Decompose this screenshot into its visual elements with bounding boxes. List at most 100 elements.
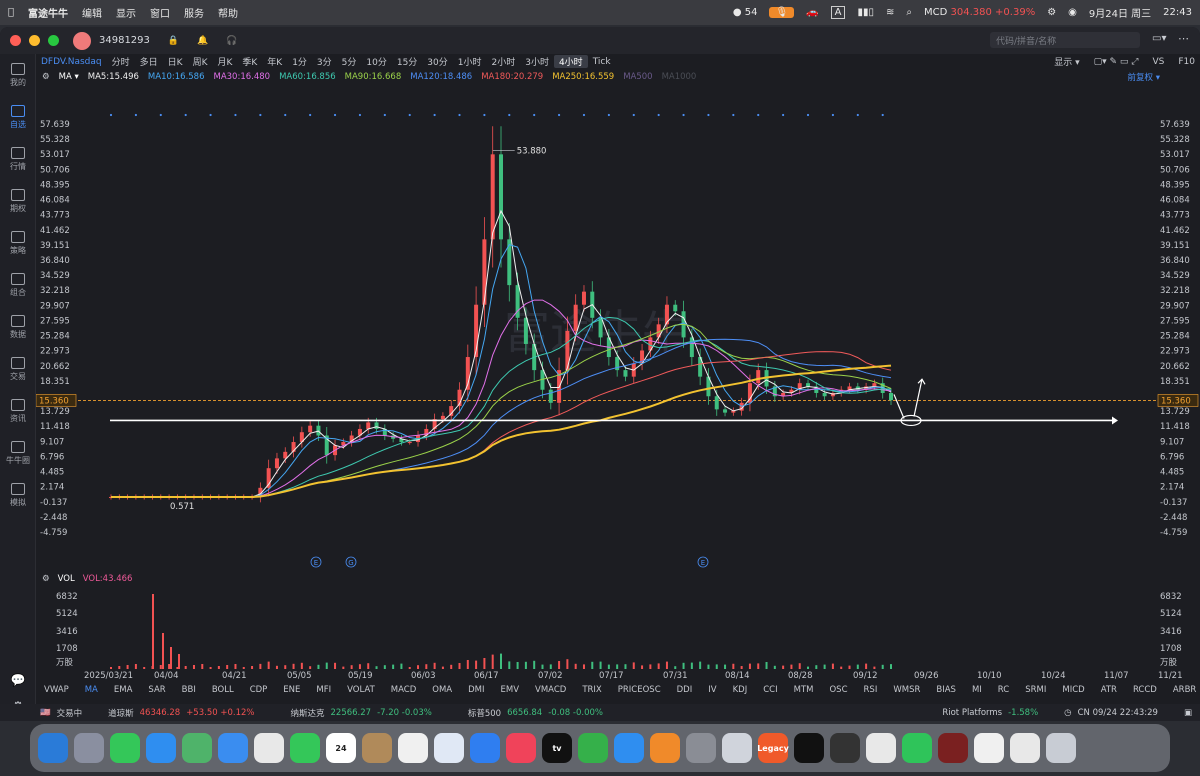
timeframe-Tick[interactable]: Tick: [588, 57, 616, 67]
message-icon[interactable]: ▣: [1184, 708, 1192, 718]
settings-icon[interactable]: ⚙: [42, 72, 50, 82]
indicator-ARBR[interactable]: ARBR: [1165, 685, 1200, 695]
ma-legend-item[interactable]: MA180:20.279: [481, 72, 543, 82]
ma-legend-item[interactable]: MA90:16.668: [345, 72, 402, 82]
riot-label[interactable]: Riot Platforms: [942, 708, 1002, 718]
indicator-SRMI[interactable]: SRMI: [1017, 685, 1054, 695]
symbol-label[interactable]: DFDV.Nasdaq: [36, 57, 107, 67]
wechat-tray-icon[interactable]: ● 54: [733, 7, 758, 18]
freeform-icon[interactable]: [434, 733, 464, 763]
ma-legend-item[interactable]: MA120:18.486: [410, 72, 472, 82]
sidebar-item-strategy[interactable]: 策略: [0, 222, 36, 264]
nasdaq-label[interactable]: 纳斯达克: [290, 707, 324, 719]
sp-label[interactable]: 标普500: [468, 707, 501, 719]
ma-legend-item[interactable]: MA5:15.496: [88, 72, 139, 82]
indicator-VOLAT[interactable]: VOLAT: [339, 685, 383, 695]
futu-legacy-icon[interactable]: Legacy: [757, 733, 789, 763]
music-icon[interactable]: [506, 733, 536, 763]
adjust-dropdown[interactable]: 前复权 ▾: [1128, 71, 1160, 83]
timeframe-周K[interactable]: 周K: [188, 55, 213, 68]
messages-icon[interactable]: [110, 733, 140, 763]
finder-icon[interactable]: [38, 733, 68, 763]
minimize-button[interactable]: [29, 35, 40, 46]
trash-icon[interactable]: [1046, 733, 1076, 763]
indicator-CCI[interactable]: CCI: [755, 685, 785, 695]
indicator-WMSR[interactable]: WMSR: [885, 685, 928, 695]
timeframe-15分[interactable]: 15分: [392, 55, 422, 68]
indicator-TRIX[interactable]: TRIX: [574, 685, 609, 695]
timeframe-4小时[interactable]: 4小时: [553, 55, 588, 68]
indicator-BIAS[interactable]: BIAS: [928, 685, 964, 695]
car-icon[interactable]: 🚗: [806, 7, 818, 18]
ma-legend-item[interactable]: MA60:16.856: [279, 72, 336, 82]
indicator-MTM[interactable]: MTM: [786, 685, 822, 695]
menu-edit[interactable]: 编辑: [82, 5, 102, 20]
sidebar-item-trade[interactable]: 交易: [0, 348, 36, 390]
indicator-VMACD[interactable]: VMACD: [527, 685, 574, 695]
timeframe-月K[interactable]: 月K: [212, 55, 237, 68]
indicator-RC[interactable]: RC: [990, 685, 1017, 695]
indicator-CDP[interactable]: CDP: [242, 685, 276, 695]
lock-icon[interactable]: 🔒: [168, 36, 179, 46]
sidebar-item-options[interactable]: 期权: [0, 180, 36, 222]
indicator-BOLL[interactable]: BOLL: [204, 685, 242, 695]
input-icon[interactable]: A: [830, 6, 846, 19]
menu-services[interactable]: 服务: [184, 5, 204, 20]
indicator-RCCD[interactable]: RCCD: [1125, 685, 1165, 695]
indicator-KDJ[interactable]: KDJ: [725, 685, 756, 695]
menu-view[interactable]: 显示: [116, 5, 136, 20]
bell-icon[interactable]: 🔔: [197, 36, 208, 46]
safari-icon[interactable]: [146, 733, 176, 763]
timeframe-10分[interactable]: 10分: [361, 55, 391, 68]
indicator-MI[interactable]: MI: [964, 685, 990, 695]
sidebar-item-community[interactable]: 牛牛圈: [0, 432, 36, 474]
timeframe-1分[interactable]: 1分: [287, 55, 312, 68]
photos-icon[interactable]: [254, 733, 284, 763]
headset-icon[interactable]: 🎧: [226, 36, 237, 46]
facetime-icon[interactable]: [290, 733, 320, 763]
stock-ticker[interactable]: MCD 304.380 +0.39%: [924, 7, 1035, 18]
siri-icon[interactable]: ◉: [1068, 7, 1077, 18]
robinhood-icon[interactable]: [794, 733, 824, 763]
draw-tools-icon[interactable]: ▢▾ ✎ ▭ ⤢: [1089, 57, 1144, 67]
dji-label[interactable]: 道琼斯: [108, 707, 134, 719]
timeframe-5分[interactable]: 5分: [337, 55, 362, 68]
numbers-icon[interactable]: [578, 733, 608, 763]
battery-icon[interactable]: ▮▮▯: [857, 7, 874, 18]
timeframe-1小时[interactable]: 1小时: [453, 55, 487, 68]
volume-chart[interactable]: 6832 6832 5124 5124 3416 3416 1708 1708 万股 万股 2025…: [36, 587, 1200, 679]
appstore-icon[interactable]: [614, 733, 644, 763]
window-thumb-1[interactable]: [938, 733, 968, 763]
indicator-DDI[interactable]: DDI: [669, 685, 701, 695]
indicator-RSI[interactable]: RSI: [856, 685, 886, 695]
indicator-MA[interactable]: MA: [77, 685, 106, 695]
timeframe-2小时[interactable]: 2小时: [486, 55, 520, 68]
draw-icon[interactable]: [866, 733, 896, 763]
indicator-ENE[interactable]: ENE: [275, 685, 308, 695]
window-thumb-2[interactable]: [974, 733, 1004, 763]
launchpad-icon[interactable]: [74, 733, 104, 763]
sidebar-item-market[interactable]: 行情: [0, 138, 36, 180]
vs-button[interactable]: VS: [1147, 57, 1169, 67]
settings-icon[interactable]: ⚙: [42, 574, 50, 584]
maximize-button[interactable]: [48, 35, 59, 46]
sidebar-item-simulate[interactable]: 模拟: [0, 474, 36, 516]
ma-legend-item[interactable]: MA500: [623, 72, 652, 82]
timeframe-3分[interactable]: 3分: [312, 55, 337, 68]
contacts-icon[interactable]: [362, 733, 392, 763]
chat-icon[interactable]: 💬: [11, 673, 26, 687]
sidebar-item-news[interactable]: 资讯: [0, 390, 36, 432]
mail-icon[interactable]: [218, 733, 248, 763]
display-dropdown[interactable]: 显示 ▾: [1049, 55, 1084, 68]
sidebar-item-watchlist[interactable]: 自选: [0, 96, 36, 138]
maps-icon[interactable]: [182, 733, 212, 763]
reminders-icon[interactable]: [398, 733, 428, 763]
ma-selector[interactable]: MA ▾: [59, 72, 79, 82]
window-more-icon[interactable]: ⋯: [1178, 32, 1189, 45]
timeframe-分时[interactable]: 分时: [107, 55, 135, 68]
ma-legend-item[interactable]: MA30:16.480: [214, 72, 271, 82]
settings-icon[interactable]: [686, 733, 716, 763]
ma-legend-item[interactable]: MA250:16.559: [552, 72, 614, 82]
timeframe-3小时[interactable]: 3小时: [520, 55, 554, 68]
avatar[interactable]: [73, 31, 91, 50]
